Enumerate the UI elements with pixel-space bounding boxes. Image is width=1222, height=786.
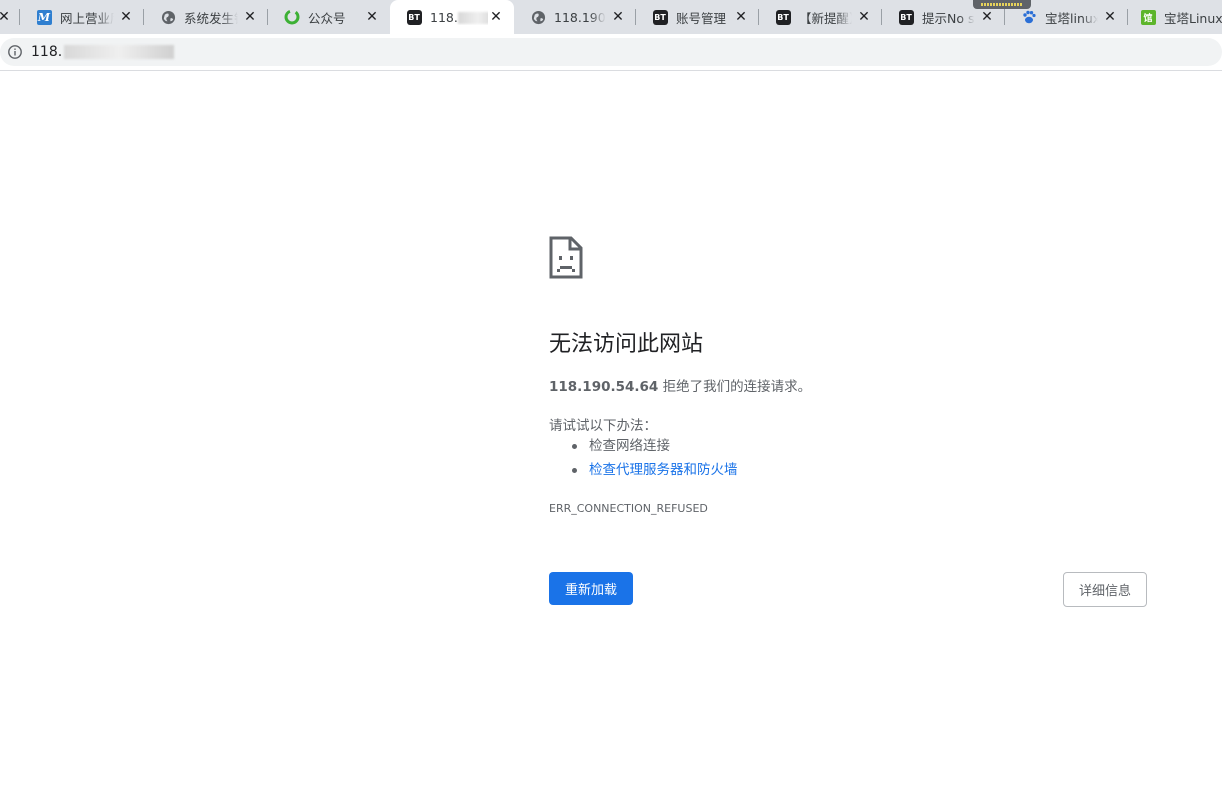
tab-7[interactable]: BT 【新提醒】 ✕ (759, 0, 882, 34)
details-button[interactable]: 详细信息 (1063, 572, 1148, 607)
globe-icon (530, 9, 546, 25)
close-icon[interactable]: ✕ (733, 9, 749, 25)
toolbar: 118. (0, 34, 1222, 71)
tab-title: 公众号 (308, 10, 346, 26)
tab-title: 网上营业厅 (60, 7, 114, 27)
tab-10[interactable]: 馆 宝塔Linux (1128, 0, 1222, 34)
suggestions-list: 检查网络连接 检查代理服务器和防火墙 (549, 437, 738, 485)
tab-title: 宝塔Linux (1164, 8, 1222, 27)
suggestion-check-network: 检查网络连接 (549, 437, 738, 461)
bt-icon: BT (775, 9, 791, 25)
url-text[interactable]: 118. (31, 44, 175, 60)
tab-6[interactable]: BT 账号管理 ✕ (636, 0, 759, 34)
bt-icon: BT (406, 9, 422, 25)
globe-icon (160, 9, 176, 25)
summary-text: 拒绝了我们的连接请求。 (658, 379, 812, 395)
green-square-icon: 馆 (1140, 9, 1156, 25)
close-icon[interactable]: ✕ (242, 9, 258, 25)
tab-title: 【新提醒】 (799, 7, 852, 27)
tab-title: 118.190.54 (554, 9, 606, 25)
error-summary: 118.190.54.64 拒绝了我们的连接请求。 (549, 375, 811, 395)
tab-2[interactable]: 系统发生错 ✕ (144, 0, 268, 34)
tab-active[interactable]: BT 118. ✕ (390, 0, 514, 34)
error-code: ERR_CONNECTION_REFUSED (549, 502, 708, 515)
close-icon[interactable]: ✕ (0, 9, 12, 25)
reload-button[interactable]: 重新加载 (549, 572, 634, 605)
tab-title: 宝塔linux面 (1045, 7, 1098, 27)
obscured-text (64, 45, 175, 59)
m-logo-icon: M (36, 9, 52, 25)
page-title: 无法访问此网站 (549, 332, 704, 357)
suggestions-heading: 请试试以下办法： (549, 418, 657, 434)
media-indicator (973, 0, 1031, 9)
sad-document-icon (549, 236, 583, 279)
close-icon[interactable]: ✕ (1102, 9, 1118, 25)
wechat-mp-icon (284, 9, 300, 25)
tab-title: 提示No sp (922, 7, 975, 27)
close-icon[interactable]: ✕ (364, 9, 380, 25)
close-icon[interactable]: ✕ (610, 9, 626, 25)
suggestion-check-proxy-link[interactable]: 检查代理服务器和防火墙 (549, 461, 738, 485)
tab-title: 系统发生错 (184, 7, 238, 27)
close-icon[interactable]: ✕ (118, 9, 134, 25)
info-icon[interactable] (7, 44, 23, 60)
address-bar[interactable]: 118. (0, 38, 1222, 66)
tab-strip: ✕ M 网上营业厅 ✕ 系统发生错 ✕ 公众号 ✕ BT 118. ✕ 118.… (0, 0, 1222, 34)
tab-title: 118. (430, 10, 488, 25)
close-icon[interactable]: ✕ (856, 9, 872, 25)
tab-1[interactable]: M 网上营业厅 ✕ (20, 0, 144, 34)
close-icon[interactable]: ✕ (979, 9, 995, 25)
tab-partial[interactable]: ✕ (0, 0, 20, 34)
obscured-text (457, 12, 488, 24)
tab-3[interactable]: 公众号 ✕ (268, 0, 390, 34)
tab-title: 账号管理 (676, 10, 727, 26)
bt-icon: BT (898, 9, 914, 25)
host-name: 118.190.54.64 (549, 379, 659, 395)
tab-5[interactable]: 118.190.54 ✕ (514, 0, 636, 34)
paw-icon (1021, 9, 1037, 25)
close-icon[interactable]: ✕ (488, 9, 504, 25)
bt-icon: BT (652, 9, 668, 25)
